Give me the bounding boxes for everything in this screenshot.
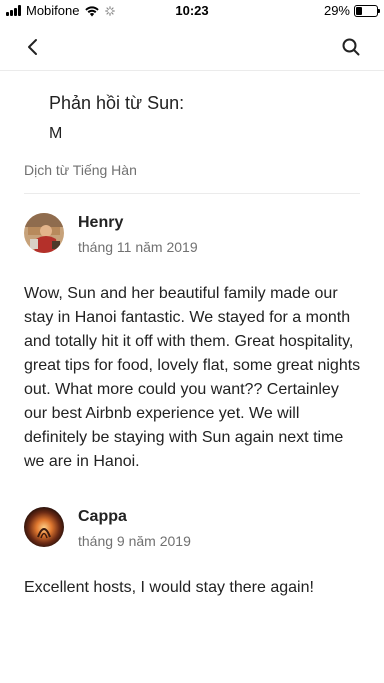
translated-from-note[interactable]: Dịch từ Tiếng Hàn: [24, 162, 137, 178]
avatar[interactable]: [24, 213, 64, 253]
reviewer-photo: [24, 507, 64, 547]
review-date: tháng 9 năm 2019: [78, 533, 191, 549]
status-bar: Mobifone 10:23 29%: [0, 0, 384, 22]
review-text: Excellent hosts, I would stay there agai…: [24, 579, 314, 596]
review-item: Henry tháng 11 năm 2019 Wow, Sun and her…: [24, 213, 360, 477]
battery-percent: 29%: [323, 3, 350, 18]
review-date: tháng 11 năm 2019: [78, 239, 198, 255]
battery-icon: [354, 4, 380, 17]
reviewer-name: Cappa: [78, 508, 127, 525]
nav-bar: [0, 24, 384, 71]
status-right: 29%: [323, 3, 380, 18]
host-response-text: M: [49, 125, 63, 142]
section-divider: [24, 193, 360, 194]
host-response-heading: Phản hồi từ Sun:: [49, 93, 185, 113]
chevron-left-icon: [28, 39, 37, 55]
back-button[interactable]: [18, 32, 48, 62]
review-text: Wow, Sun and her beautiful family made o…: [24, 285, 361, 470]
battery-level: [356, 6, 362, 15]
search-button[interactable]: [336, 32, 366, 62]
reviewer-name: Henry: [78, 214, 124, 231]
review-item: Cappa tháng 9 năm 2019 Excellent hosts, …: [24, 507, 360, 607]
reviewer-photo: [24, 213, 64, 253]
avatar[interactable]: [24, 507, 64, 547]
search-icon: [342, 38, 360, 56]
